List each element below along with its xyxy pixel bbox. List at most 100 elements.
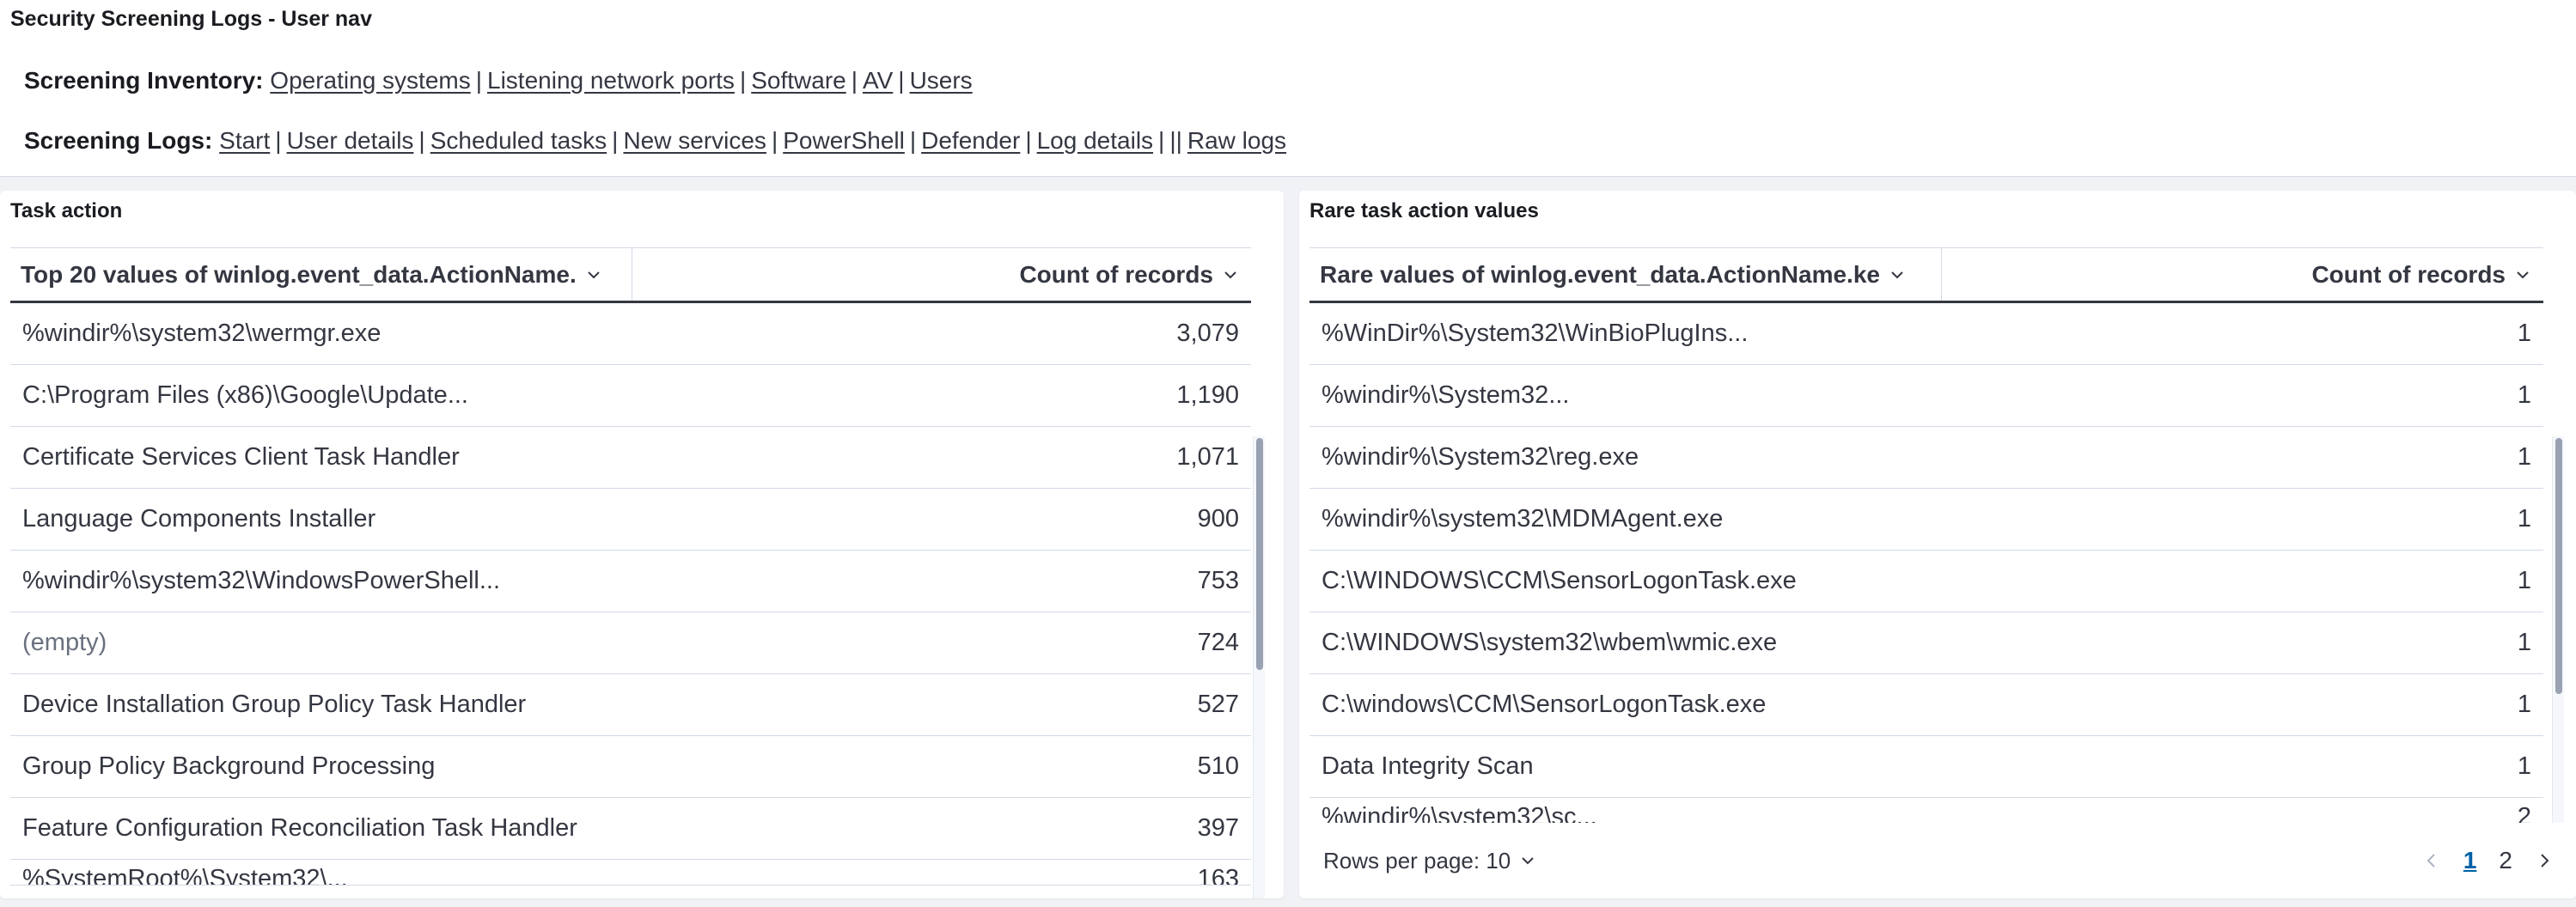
column-header-label: Rare values of winlog.event_data.ActionN… xyxy=(1320,260,1880,288)
count-cell: 1 xyxy=(2517,691,2531,718)
column-header-value[interactable]: Top 20 values of winlog.event_data.Actio… xyxy=(10,248,632,301)
value-cell[interactable]: Device Installation Group Policy Task Ha… xyxy=(10,674,632,735)
value-cell[interactable]: Certificate Services Client Task Handler xyxy=(10,427,632,488)
count-cell: 1 xyxy=(2517,567,2531,594)
value-cell[interactable]: %windir%\system32\WindowsPowerShell... xyxy=(10,551,632,612)
nav-link-new-services[interactable]: New services xyxy=(623,127,766,154)
count-cell: 753 xyxy=(1197,567,1239,594)
value-cell[interactable]: C:\WINDOWS\CCM\SensorLogonTask.exe xyxy=(1309,551,1942,612)
table-row: %windir%\System32\reg.exe 1 xyxy=(1309,427,2543,489)
table-row: Language Components Installer 900 xyxy=(10,489,1251,551)
rows-per-page-button[interactable]: Rows per page: 10 xyxy=(1323,848,1536,874)
value-cell[interactable]: C:\windows\CCM\SensorLogonTask.exe xyxy=(1309,674,1942,735)
count-cell: 527 xyxy=(1197,691,1239,718)
table-row: Feature Configuration Reconciliation Tas… xyxy=(10,798,1251,860)
table-row: (empty) 724 xyxy=(10,612,1251,674)
table-row: %windir%\system32\wermgr.exe 3,079 xyxy=(10,303,1251,365)
nav-link-start[interactable]: Start xyxy=(219,127,270,154)
table-row: C:\Program Files (x86)\Google\Update... 1… xyxy=(10,365,1251,427)
column-header-count[interactable]: Count of records xyxy=(632,248,1251,301)
nav-separator: | xyxy=(771,127,778,154)
scrollbar-thumb[interactable] xyxy=(1256,438,1263,670)
value-cell[interactable]: %windir%\system32\sc... xyxy=(1309,798,1942,823)
chevron-right-icon[interactable] xyxy=(2535,851,2554,870)
nav-separator: | xyxy=(275,127,282,154)
inventory-nav-row: Screening Inventory: Operating systems | L… xyxy=(24,67,973,94)
nav-link-av[interactable]: AV xyxy=(863,67,893,94)
nav-link-log-details[interactable]: Log details xyxy=(1037,127,1153,154)
task-action-panel: Task action Top 20 values of winlog.even… xyxy=(0,191,1284,898)
panel-title: Task action xyxy=(10,199,123,222)
vertical-scrollbar[interactable] xyxy=(2552,436,2564,823)
value-cell[interactable]: Group Policy Background Processing xyxy=(10,736,632,797)
nav-link-scheduled-tasks[interactable]: Scheduled tasks xyxy=(430,127,607,154)
dashboard-title: Security Screening Logs - User nav xyxy=(10,7,372,31)
nav-link-powershell[interactable]: PowerShell xyxy=(783,127,905,154)
chevron-down-icon xyxy=(1522,857,1534,865)
nav-link-defender[interactable]: Defender xyxy=(921,127,1020,154)
logs-nav-row: Screening Logs: Start | User details | Sched… xyxy=(24,127,1286,155)
count-cell: 163 xyxy=(1197,865,1239,886)
panel-title: Rare task action values xyxy=(1309,199,1539,222)
count-cell: 2 xyxy=(2517,803,2531,823)
value-cell-empty[interactable]: (empty) xyxy=(10,612,632,673)
value-cell[interactable]: %windir%\system32\wermgr.exe xyxy=(10,303,632,364)
column-header-label: Count of records xyxy=(1019,260,1213,288)
column-header-value[interactable]: Rare values of winlog.event_data.ActionN… xyxy=(1309,248,1942,301)
table-header: Top 20 values of winlog.event_data.Actio… xyxy=(10,248,1251,303)
count-cell: 1 xyxy=(2517,443,2531,471)
nav-separator: | xyxy=(1158,127,1165,154)
page-button-2[interactable]: 2 xyxy=(2499,847,2512,874)
chevron-down-icon xyxy=(1224,271,1236,278)
nav-separator: | xyxy=(1025,127,1032,154)
table-row: Certificate Services Client Task Handler… xyxy=(10,427,1251,489)
table-footer: Rows per page: 10 1 2 xyxy=(1299,823,2576,898)
chevron-left-icon[interactable] xyxy=(2422,851,2441,870)
chevron-down-icon xyxy=(588,271,600,278)
table-row: Device Installation Group Policy Task Ha… xyxy=(10,674,1251,736)
table-header: Rare values of winlog.event_data.ActionN… xyxy=(1309,248,2543,303)
value-cell[interactable]: C:\Program Files (x86)\Google\Update... xyxy=(10,365,632,426)
value-cell[interactable]: Language Components Installer xyxy=(10,489,632,550)
value-cell[interactable]: Data Integrity Scan xyxy=(1309,736,1942,797)
count-cell: 1,071 xyxy=(1176,443,1239,471)
column-header-count[interactable]: Count of records xyxy=(1942,248,2543,301)
vertical-scrollbar[interactable] xyxy=(1253,436,1265,898)
count-cell: 724 xyxy=(1197,629,1239,656)
value-cell[interactable]: %windir%\system32\MDMAgent.exe xyxy=(1309,489,1942,550)
nav-link-listening-network-ports[interactable]: Listening network ports xyxy=(487,67,735,94)
nav-separator: | xyxy=(475,67,482,94)
data-table: Rare values of winlog.event_data.ActionN… xyxy=(1309,247,2543,823)
count-cell: 900 xyxy=(1197,505,1239,533)
table-row: Data Integrity Scan 1 xyxy=(1309,736,2543,798)
value-cell[interactable]: Feature Configuration Reconciliation Tas… xyxy=(10,798,632,859)
value-cell[interactable]: %WinDir%\System32\WinBioPlugIns... xyxy=(1309,303,1942,364)
page-button-1[interactable]: 1 xyxy=(2463,847,2477,874)
chevron-down-icon xyxy=(2517,271,2529,278)
table-row: C:\WINDOWS\system32\wbem\wmic.exe 1 xyxy=(1309,612,2543,674)
chevron-down-icon xyxy=(1891,271,1903,278)
column-header-label: Count of records xyxy=(2311,260,2506,288)
scrollbar-thumb[interactable] xyxy=(2555,438,2562,694)
table-row: %WinDir%\System32\WinBioPlugIns... 1 xyxy=(1309,303,2543,365)
data-table: Top 20 values of winlog.event_data.Actio… xyxy=(10,247,1251,898)
table-row: C:\WINDOWS\CCM\SensorLogonTask.exe 1 xyxy=(1309,551,2543,612)
value-cell[interactable]: %SystemRoot%\System32\... xyxy=(10,860,632,885)
count-cell: 1 xyxy=(2517,505,2531,533)
nav-link-users[interactable]: Users xyxy=(910,67,973,94)
value-cell[interactable]: C:\WINDOWS\system32\wbem\wmic.exe xyxy=(1309,612,1942,673)
table-row: %windir%\system32\sc... 2 xyxy=(1309,798,2543,823)
value-cell[interactable]: %windir%\System32\reg.exe xyxy=(1309,427,1942,488)
nav-separator: | xyxy=(418,127,425,154)
nav-link-raw-logs[interactable]: Raw logs xyxy=(1187,127,1286,154)
nav-link-user-details[interactable]: User details xyxy=(287,127,414,154)
nav-link-operating-systems[interactable]: Operating systems xyxy=(270,67,470,94)
table-row: C:\windows\CCM\SensorLogonTask.exe 1 xyxy=(1309,674,2543,736)
value-cell[interactable]: %windir%\System32... xyxy=(1309,365,1942,426)
nav-link-software[interactable]: Software xyxy=(751,67,846,94)
nav-separator: | xyxy=(739,67,747,94)
logs-label: Screening Logs: xyxy=(24,127,213,154)
nav-panel: Security Screening Logs - User nav Scree… xyxy=(0,0,2576,177)
nav-separator: | xyxy=(851,67,858,94)
table-row: %windir%\System32... 1 xyxy=(1309,365,2543,427)
